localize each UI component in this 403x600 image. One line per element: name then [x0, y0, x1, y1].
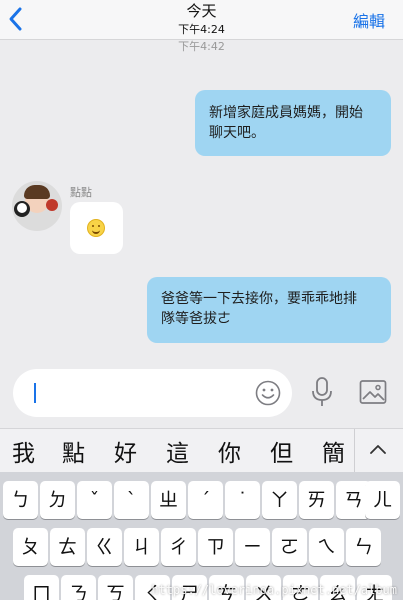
keyboard-key[interactable]: ㄞ	[299, 481, 334, 519]
keyboard-key[interactable]: ˋ	[114, 481, 149, 519]
chevron-up-icon[interactable]	[369, 443, 387, 455]
text-caret	[34, 383, 36, 403]
candidate-word[interactable]: 你	[218, 434, 241, 468]
keyboard-key[interactable]: ㄧ	[235, 528, 270, 566]
keyboard-key[interactable]: ㄓ	[151, 481, 186, 519]
photo-icon[interactable]	[359, 379, 387, 405]
keyboard-key[interactable]: ㄇ	[24, 575, 59, 600]
emoji-icon[interactable]	[255, 380, 281, 406]
candidate-word[interactable]: 點	[62, 434, 85, 468]
keyboard-key[interactable]: ˙	[225, 481, 260, 519]
candidate-word[interactable]: 我	[12, 434, 35, 468]
nav-title: 今天	[186, 2, 217, 20]
keyboard-key[interactable]: ˇ	[77, 481, 112, 519]
message-input-bar	[0, 362, 403, 428]
scrolled-timestamp: 下午4:42	[178, 40, 225, 53]
smile-emoji-icon	[87, 219, 105, 237]
keyboard-key[interactable]: ㄋ	[61, 575, 96, 600]
message-line: 聊天吧。	[209, 125, 265, 141]
candidate-word[interactable]: 這	[166, 434, 189, 468]
zhuyin-keyboard: ㄅ ㄉ ˇ ˋ ㄓ ˊ ˙ ㄚ ㄞ ㄢ ㄦ ㄆ ㄊ ㄍ ㄐ ㄔ ㄗ ㄧ ㄛ ㄟ …	[0, 472, 403, 600]
keyboard-key[interactable]: ㄗ	[198, 528, 233, 566]
navigation-bar: 今天 下午4:24 編輯	[0, 0, 403, 40]
candidate-divider	[354, 429, 355, 473]
message-bubble-outgoing[interactable]: 爸爸等一下去接你，要乖乖地排 隊等爸拔ㄜ	[147, 277, 391, 343]
message-line: 新增家庭成員媽媽，開始	[209, 105, 363, 121]
keyboard-key[interactable]: ㄍ	[87, 528, 122, 566]
keyboard-key[interactable]: ㄎ	[98, 575, 133, 600]
keyboard-key[interactable]: ˊ	[188, 481, 223, 519]
microphone-icon[interactable]	[310, 376, 334, 408]
keyboard-key[interactable]: ㄚ	[262, 481, 297, 519]
avatar[interactable]	[12, 181, 62, 231]
message-line: 隊等爸拔ㄜ	[161, 311, 231, 327]
keyboard-key[interactable]: ㄊ	[50, 528, 85, 566]
sender-name: 點點	[70, 186, 92, 199]
keyboard-key[interactable]: ㄔ	[161, 528, 196, 566]
keyboard-key[interactable]: ㄅ	[3, 481, 38, 519]
keyboard-key[interactable]: ㄟ	[309, 528, 344, 566]
message-bubble-incoming[interactable]	[70, 202, 123, 254]
keyboard-key[interactable]: ㄣ	[346, 528, 381, 566]
keyboard-key[interactable]: ㄉ	[40, 481, 75, 519]
message-input[interactable]	[13, 369, 292, 417]
candidate-bar: 我 點 好 這 你 但 簡	[0, 428, 403, 473]
keyboard-key[interactable]: ㄐ	[124, 528, 159, 566]
watermark: https://loverinoa.pixnet.net/album	[151, 583, 397, 597]
keyboard-key[interactable]: ㄛ	[272, 528, 307, 566]
candidate-word[interactable]: 好	[114, 434, 137, 468]
keyboard-key[interactable]: ㄆ	[13, 528, 48, 566]
candidate-word[interactable]: 但	[270, 434, 293, 468]
edit-button[interactable]: 編輯	[353, 8, 385, 32]
chat-message-list[interactable]: 下午4:42 新增家庭成員媽媽，開始 聊天吧。 點點 爸爸等一下去接你，要乖乖地…	[0, 40, 403, 362]
message-bubble-outgoing[interactable]: 新增家庭成員媽媽，開始 聊天吧。	[195, 90, 391, 156]
nav-subtitle-time: 下午4:24	[178, 23, 225, 36]
keyboard-key[interactable]: ㄦ	[365, 481, 400, 519]
candidate-word[interactable]: 簡	[322, 434, 345, 468]
message-line: 爸爸等一下去接你，要乖乖地排	[161, 291, 357, 307]
